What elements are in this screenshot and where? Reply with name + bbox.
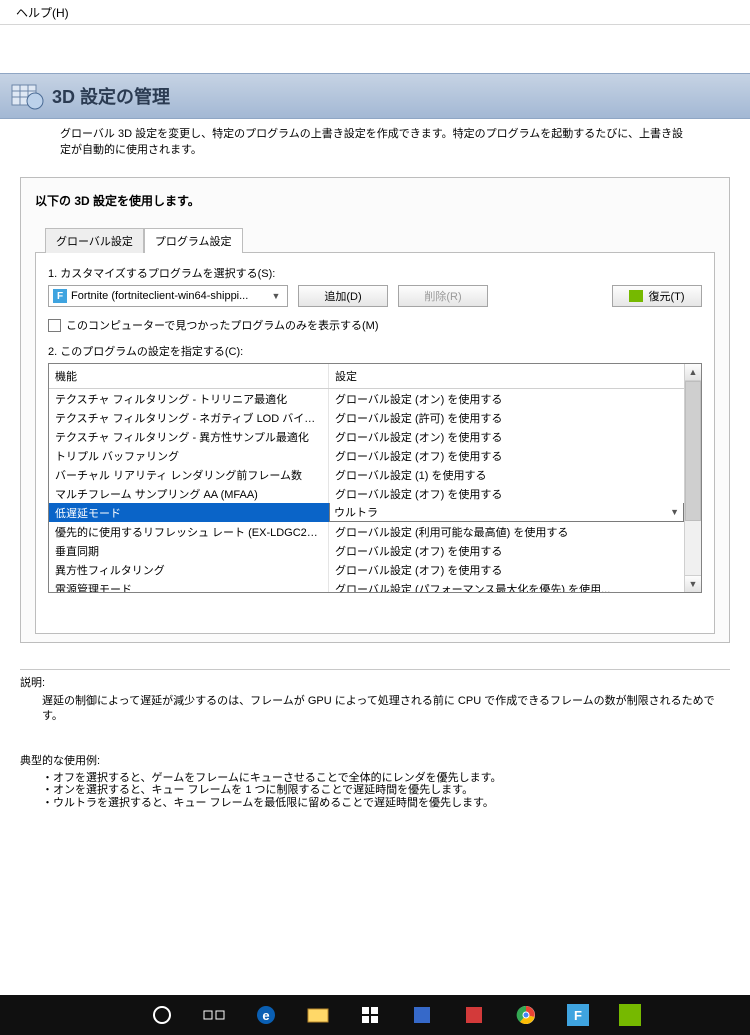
feature-cell: マルチフレーム サンプリング AA (MFAA): [49, 484, 329, 503]
description-header: 説明:: [20, 674, 730, 690]
setting-cell[interactable]: グローバル設定 (オフ) を使用する: [329, 560, 684, 579]
table-row[interactable]: 優先的に使用するリフレッシュ レート (EX-LDGC251...グローバル設定…: [49, 522, 684, 541]
chrome-icon[interactable]: [504, 995, 548, 1035]
fortnite-taskbar-icon[interactable]: F: [556, 995, 600, 1035]
store-icon[interactable]: [348, 995, 392, 1035]
usage-line: ・ウルトラを選択すると、キュー フレームを最低限に留めることで遅延時間を優先しま…: [42, 797, 730, 810]
setting-cell[interactable]: グローバル設定 (1) を使用する: [329, 465, 684, 484]
taskbar: e F: [0, 995, 750, 1035]
feature-cell: トリプル バッファリング: [49, 446, 329, 465]
restore-button-label: 復元(T): [648, 288, 684, 304]
explorer-icon[interactable]: [296, 995, 340, 1035]
table-header: 機能 設定: [49, 364, 684, 389]
only-found-label: このコンピューターで見つかったプログラムのみを表示する(M): [66, 317, 379, 333]
program-select[interactable]: F Fortnite (fortniteclient-win64-shippi.…: [48, 285, 288, 307]
setting-cell[interactable]: グローバル設定 (オン) を使用する: [329, 389, 684, 408]
svg-text:e: e: [262, 1008, 269, 1023]
add-button[interactable]: 追加(D): [298, 285, 388, 307]
usage-block: 典型的な使用例: ・オフを選択すると、ゲームをフレームにキューさせることで全体的…: [20, 752, 730, 810]
tabstrip: グローバル設定 プログラム設定: [45, 227, 715, 252]
usage-body: ・オフを選択すると、ゲームをフレームにキューさせることで全体的にレンダを優先しま…: [20, 772, 730, 810]
col-feature[interactable]: 機能: [49, 364, 329, 388]
cortana-icon[interactable]: [140, 995, 184, 1035]
page-title: 3D 設定の管理: [52, 83, 170, 109]
edge-icon[interactable]: e: [244, 995, 288, 1035]
settings-panel: 以下の 3D 設定を使用します。 グローバル設定 プログラム設定 1. カスタマ…: [20, 177, 730, 643]
table-row[interactable]: トリプル バッファリンググローバル設定 (オフ) を使用する: [49, 446, 684, 465]
menu-help[interactable]: ヘルプ(H): [10, 2, 75, 23]
restore-button[interactable]: 復元(T): [612, 285, 702, 307]
chevron-down-icon: ▼: [670, 507, 679, 517]
feature-cell: 優先的に使用するリフレッシュ レート (EX-LDGC251...: [49, 522, 329, 541]
scroll-down-icon[interactable]: ▼: [685, 575, 701, 592]
setting-cell[interactable]: グローバル設定 (オン) を使用する: [329, 427, 684, 446]
usage-line: ・オンを選択すると、キュー フレームを 1 つに制限することで遅延時間を優先しま…: [42, 784, 730, 797]
chevron-down-icon: ▼: [269, 291, 283, 301]
feature-cell: 低遅延モード: [49, 503, 329, 522]
settings-table: 機能 設定 テクスチャ フィルタリング - トリリニア最適化グローバル設定 (オ…: [48, 363, 702, 593]
table-row[interactable]: テクスチャ フィルタリング - ネガティブ LOD バイアスグローバル設定 (許…: [49, 408, 684, 427]
setting-cell[interactable]: グローバル設定 (オフ) を使用する: [329, 484, 684, 503]
nvidia-icon: [629, 290, 643, 302]
feature-cell: 垂直同期: [49, 541, 329, 560]
table-row[interactable]: 垂直同期グローバル設定 (オフ) を使用する: [49, 541, 684, 560]
settings-3d-icon: [10, 79, 44, 113]
step2-label: 2. このプログラムの設定を指定する(C):: [48, 343, 702, 359]
setting-cell[interactable]: グローバル設定 (パフォーマンス最大化を優先) を使用...: [329, 579, 684, 592]
description-block: 説明: 遅延の制御によって遅延が減少するのは、フレームが GPU によって処理さ…: [20, 674, 730, 724]
scroll-thumb[interactable]: [685, 381, 701, 521]
table-row[interactable]: マルチフレーム サンプリング AA (MFAA)グローバル設定 (オフ) を使用…: [49, 484, 684, 503]
tab-body: 1. カスタマイズするプログラムを選択する(S): F Fortnite (fo…: [35, 252, 715, 634]
panel-title: 以下の 3D 設定を使用します。: [35, 192, 715, 209]
setting-cell[interactable]: グローバル設定 (オフ) を使用する: [329, 446, 684, 465]
separator: [20, 669, 730, 670]
scrollbar[interactable]: ▲ ▼: [684, 364, 701, 592]
setting-cell[interactable]: グローバル設定 (利用可能な最高値) を使用する: [329, 522, 684, 541]
table-row[interactable]: 異方性フィルタリンググローバル設定 (オフ) を使用する: [49, 560, 684, 579]
taskview-icon[interactable]: [192, 995, 236, 1035]
table-row[interactable]: バーチャル リアリティ レンダリング前フレーム数グローバル設定 (1) を使用す…: [49, 465, 684, 484]
usage-header: 典型的な使用例:: [20, 752, 730, 768]
setting-cell[interactable]: グローバル設定 (許可) を使用する: [329, 408, 684, 427]
setting-cell[interactable]: ウルトラ ▼: [329, 503, 684, 522]
feature-cell: テクスチャ フィルタリング - トリリニア最適化: [49, 389, 329, 408]
remove-button[interactable]: 削除(R): [398, 285, 488, 307]
app-icon-1[interactable]: [400, 995, 444, 1035]
tab-global[interactable]: グローバル設定: [45, 228, 144, 253]
feature-cell: テクスチャ フィルタリング - ネガティブ LOD バイアス: [49, 408, 329, 427]
feature-cell: バーチャル リアリティ レンダリング前フレーム数: [49, 465, 329, 484]
page-description: グローバル 3D 設定を変更し、特定のプログラムの上書き設定を作成できます。特定…: [0, 119, 750, 163]
app-icon-2[interactable]: [452, 995, 496, 1035]
table-row[interactable]: テクスチャ フィルタリング - トリリニア最適化グローバル設定 (オン) を使用…: [49, 389, 684, 408]
fortnite-icon: F: [53, 289, 67, 303]
page-header: 3D 設定の管理: [0, 73, 750, 119]
feature-cell: 電源管理モード: [49, 579, 329, 592]
table-row[interactable]: 低遅延モードウルトラ ▼: [49, 503, 684, 522]
usage-line: ・オフを選択すると、ゲームをフレームにキューさせることで全体的にレンダを優先しま…: [42, 772, 730, 785]
menu-bar: ヘルプ(H): [0, 0, 750, 25]
setting-value: ウルトラ: [334, 504, 378, 520]
feature-cell: テクスチャ フィルタリング - 異方性サンプル最適化: [49, 427, 329, 446]
setting-dropdown[interactable]: ウルトラ ▼: [329, 503, 684, 522]
program-select-text: Fortnite (fortniteclient-win64-shippi...: [71, 290, 265, 302]
tab-program[interactable]: プログラム設定: [144, 228, 243, 253]
feature-cell: 異方性フィルタリング: [49, 560, 329, 579]
setting-cell[interactable]: グローバル設定 (オフ) を使用する: [329, 541, 684, 560]
only-found-checkbox[interactable]: [48, 319, 61, 332]
description-body: 遅延の制御によって遅延が減少するのは、フレームが GPU によって処理される前に…: [20, 694, 730, 724]
table-row[interactable]: 電源管理モードグローバル設定 (パフォーマンス最大化を優先) を使用...: [49, 579, 684, 592]
col-setting[interactable]: 設定: [329, 364, 684, 388]
table-row[interactable]: テクスチャ フィルタリング - 異方性サンプル最適化グローバル設定 (オン) を…: [49, 427, 684, 446]
nvidia-taskbar-icon[interactable]: [608, 995, 652, 1035]
step1-label: 1. カスタマイズするプログラムを選択する(S):: [48, 265, 702, 281]
scroll-up-icon[interactable]: ▲: [685, 364, 701, 381]
